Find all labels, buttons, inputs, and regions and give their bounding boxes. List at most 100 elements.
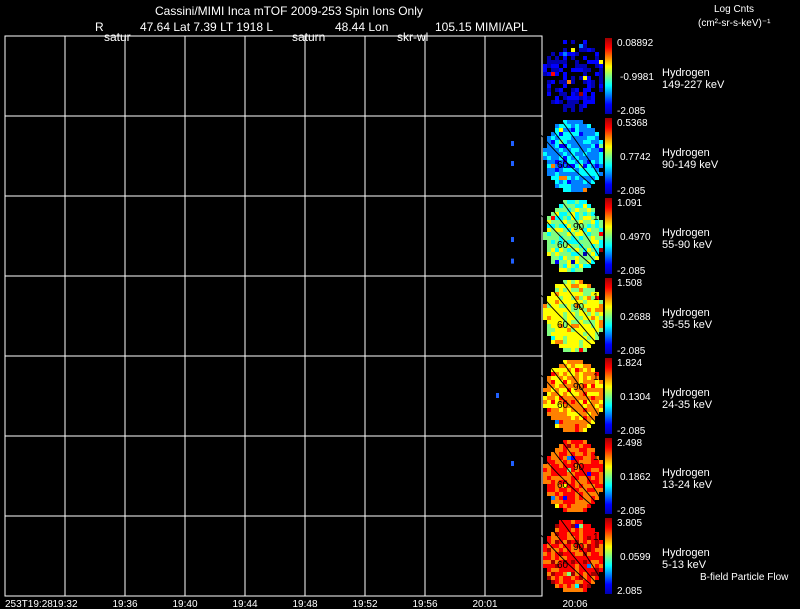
angular-pixel [595,232,599,236]
angular-pixel [551,64,555,68]
x-tick-label: 20:01 [472,599,497,609]
angular-pixel [575,448,579,452]
angular-pixel [591,224,595,228]
angular-pixel [559,308,563,312]
angular-pixel [583,564,587,568]
angular-pixel [583,80,587,84]
angular-pixel [543,304,547,308]
angular-pixel [591,132,595,136]
angular-pixel [571,144,575,148]
angular-pixel [563,376,567,380]
angular-pixel [595,152,599,156]
angular-pixel [579,184,583,188]
angular-pixel [563,72,567,76]
angular-pixel [587,124,591,128]
angular-pixel [583,284,587,288]
angular-pixel [547,548,551,552]
angular-pixel [567,220,571,224]
angular-pixel [547,552,551,556]
angular-pixel [579,136,583,140]
angular-pixel [567,340,571,344]
angular-pixel [551,52,555,56]
angular-pixel [587,456,591,460]
angular-pixel [559,524,563,528]
angular-pixel [599,228,603,232]
colorbar-mid-label: 0.1304 [620,392,651,403]
angular-pixel [555,208,559,212]
angular-pixel [591,396,595,400]
angular-pixel [563,472,567,476]
angular-pixel [567,136,571,140]
angular-pixel [579,364,583,368]
angular-pixel [567,216,571,220]
angular-pixel [543,560,547,564]
angular-pixel [567,360,571,364]
angular-pixel [575,212,579,216]
energy-label: 24-35 keV [662,399,713,411]
colorbar-min-label: -2.085 [617,106,646,117]
angular-pixel [579,440,583,444]
angular-pixel [575,244,579,248]
energy-label: 149-227 keV [662,79,725,91]
angular-pixel [579,428,583,432]
angular-pixel [563,504,567,508]
angular-pixel [571,528,575,532]
angular-pixel [579,448,583,452]
angular-pixel [587,220,591,224]
angular-pixel [583,144,587,148]
angular-pixel [583,92,587,96]
colorbar [605,118,612,194]
angular-pixel [583,424,587,428]
angular-pixel [551,80,555,84]
angular-pixel [579,368,583,372]
angular-pixel [591,492,595,496]
angular-pixel [595,228,599,232]
angular-pixel [583,452,587,456]
angular-pixel [579,536,583,540]
angular-pixel [579,396,583,400]
angular-pixel [559,144,563,148]
angular-pixel [547,308,551,312]
angular-pixel [571,208,575,212]
angular-pixel [599,552,603,556]
angular-pixel [543,564,547,568]
pitch-angle-label: 60 [557,160,569,171]
angular-pixel [551,232,555,236]
angular-pixel [563,452,567,456]
angular-pixel [579,264,583,268]
angular-pixel [579,204,583,208]
angular-pixel [575,100,579,104]
angular-pixel [595,164,599,168]
angular-pixel [571,420,575,424]
angular-pixel [571,76,575,80]
angular-pixel [579,48,583,52]
angular-pixel [591,100,595,104]
angular-pixel [563,104,567,108]
angular-pixel [571,204,575,208]
angular-pixel [563,344,567,348]
angular-pixel [579,212,583,216]
colorbar-mid-label: 0.7742 [620,152,651,163]
energy-label: 90-149 keV [662,159,719,171]
angular-pixel [563,420,567,424]
angular-pixel [559,576,563,580]
angular-pixel [575,444,579,448]
data-spot [511,141,514,146]
angular-pixel [567,376,571,380]
angular-pixel [575,128,579,132]
angular-pixel [555,304,559,308]
angular-pixel [583,444,587,448]
angular-pixel [587,140,591,144]
pitch-angle-label: 60 [557,240,569,251]
angular-pixel [563,64,567,68]
angular-pixel [551,536,555,540]
angular-pixel [555,528,559,532]
angular-pixel [563,468,567,472]
angular-pixel [555,576,559,580]
angular-pixel [579,524,583,528]
angular-pixel [555,60,559,64]
angular-pixel [543,556,547,560]
angular-pixel [559,208,563,212]
angular-pixel [599,156,603,160]
angular-pixel [551,332,555,336]
